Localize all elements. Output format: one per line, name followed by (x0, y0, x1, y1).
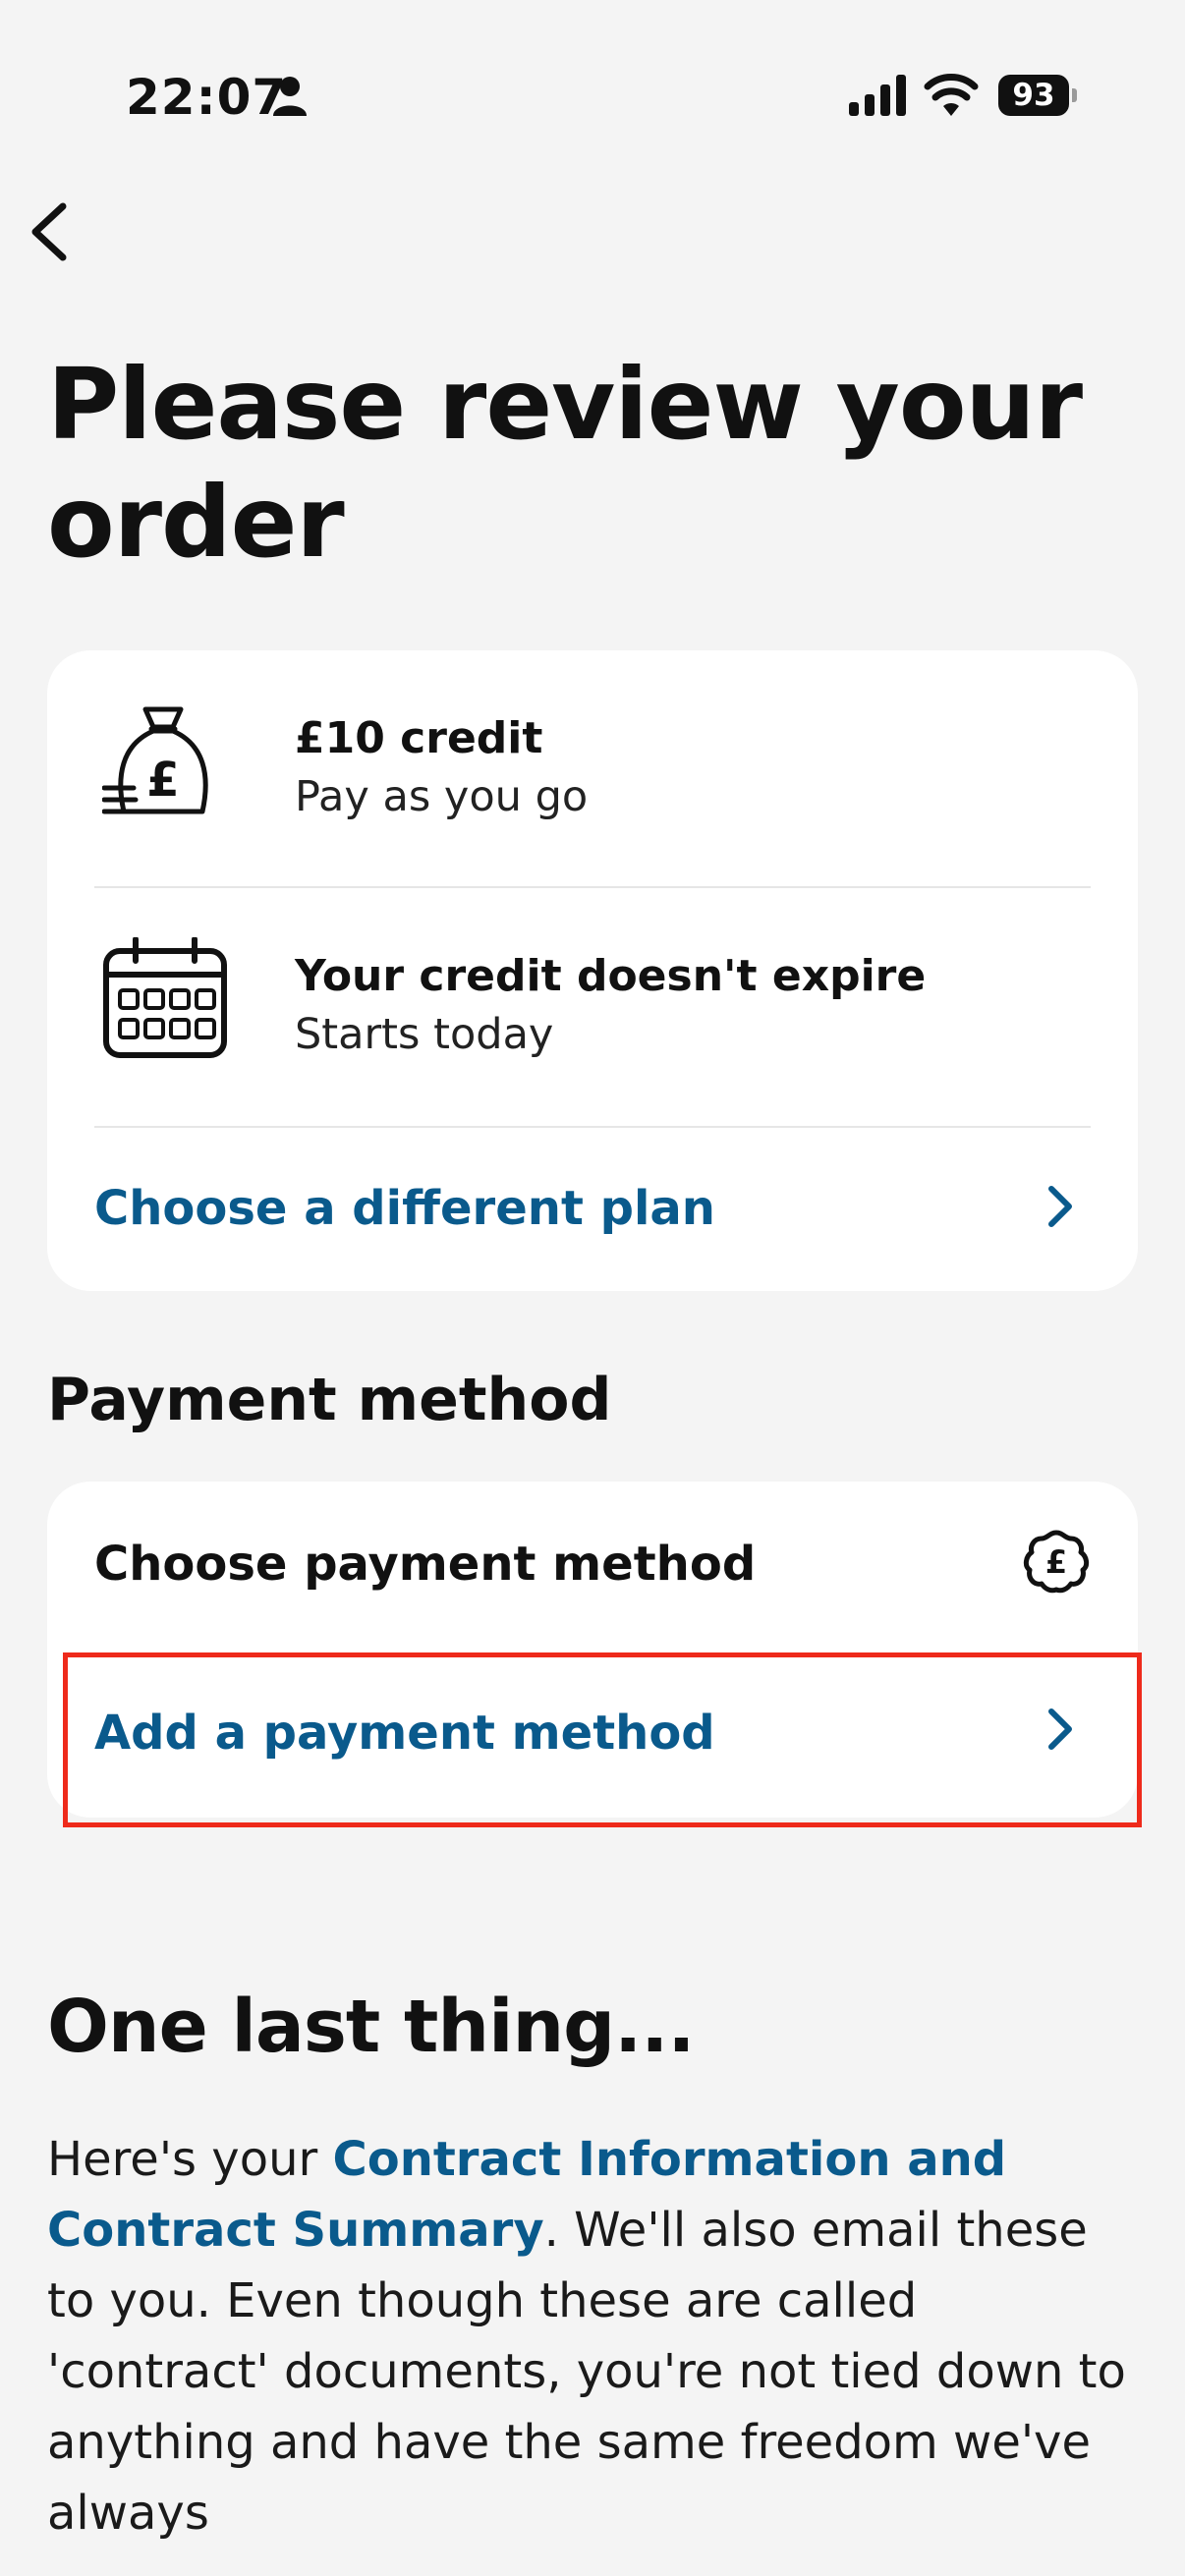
payment-header-row: Choose payment method £ (47, 1482, 1138, 1647)
one-last-thing-title: One last thing... (47, 1985, 695, 2069)
pound-badge-icon: £ (1022, 1529, 1091, 1597)
expiry-title: Your credit doesn't expire (295, 951, 927, 1001)
svg-text:£: £ (146, 753, 179, 808)
chevron-right-icon (1045, 1706, 1075, 1757)
chevron-right-icon (1045, 1183, 1075, 1234)
back-button[interactable] (16, 187, 94, 275)
svg-text:£: £ (1045, 1543, 1067, 1581)
credit-row: £ £10 credit Pay as you go (47, 650, 1138, 886)
page-title: Please review your order (47, 347, 1083, 580)
order-summary-card: £ £10 credit Pay as you go Your credit d… (47, 650, 1138, 1291)
add-payment-method-label: Add a payment method (94, 1706, 715, 1761)
battery-level: 93 (998, 75, 1069, 116)
battery-indicator: 93 (998, 75, 1077, 116)
battery-tip (1072, 88, 1077, 102)
wifi-icon (924, 73, 979, 116)
choose-payment-method-label: Choose payment method (94, 1537, 757, 1592)
choose-different-plan-link[interactable]: Choose a different plan (47, 1128, 1138, 1291)
status-bar: 22:07 93 (0, 0, 1185, 196)
money-bag-pound-icon: £ (101, 705, 224, 823)
add-payment-method-link[interactable]: Add a payment method (47, 1651, 1138, 1818)
expiry-subtitle: Starts today (295, 1010, 554, 1059)
credit-subtitle: Pay as you go (295, 772, 589, 821)
choose-different-plan-label: Choose a different plan (94, 1181, 715, 1236)
person-icon (271, 75, 309, 118)
contract-info-paragraph: Here's your Contract Information and Con… (47, 2124, 1148, 2548)
expiry-row: Your credit doesn't expire Starts today (47, 888, 1138, 1126)
paragraph-text-start: Here's your (47, 2132, 333, 2187)
calendar-icon (102, 936, 228, 1063)
chevron-left-icon (31, 202, 67, 261)
credit-title: £10 credit (295, 713, 543, 763)
payment-section-title: Payment method (47, 1366, 612, 1434)
cellular-signal-icon (849, 75, 906, 116)
status-time: 22:07 (126, 69, 288, 126)
payment-method-card: Choose payment method £ Add a payment me… (47, 1482, 1138, 1818)
